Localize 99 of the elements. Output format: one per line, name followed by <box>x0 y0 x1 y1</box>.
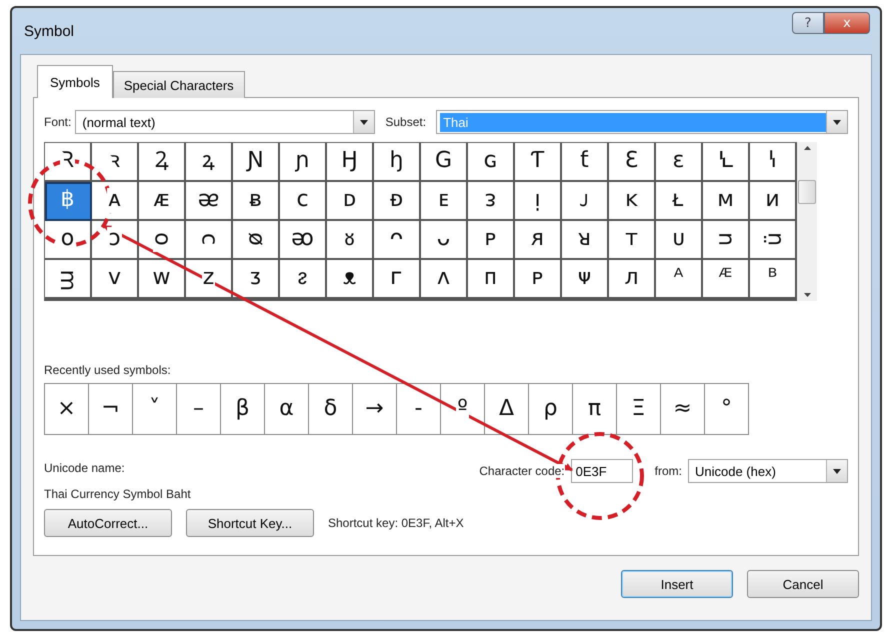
symbol-cell[interactable]: ᴍ <box>703 182 750 221</box>
symbol-cell[interactable]: ᴔ <box>280 221 327 260</box>
symbol-cell[interactable]: ᴉ <box>515 182 562 221</box>
symbol-cell[interactable]: ᴕ <box>327 221 374 260</box>
symbol-cell[interactable]: ᴢ <box>186 260 233 299</box>
symbol-cell[interactable]: ᴝ <box>703 221 750 260</box>
symbol-cell[interactable]: Ƭ <box>515 143 562 182</box>
symbol-cell[interactable]: ᴄ <box>280 182 327 221</box>
symbol-cell[interactable]: ᴩ <box>515 260 562 299</box>
shortcut-key-button[interactable]: Shortcut Key... <box>186 509 314 537</box>
symbol-cell[interactable]: – <box>177 384 221 434</box>
symbol-cell[interactable]: ᴡ <box>139 260 186 299</box>
symbol-cell[interactable]: ᴮ <box>750 260 797 299</box>
symbol-cell[interactable]: ᴧ <box>421 260 468 299</box>
unicode-name: Thai Currency Symbol Baht <box>44 487 192 501</box>
font-dropdown[interactable]: (normal text) <box>75 110 376 134</box>
symbol-cell[interactable]: ≈ <box>661 384 705 434</box>
symbol-cell[interactable]: ᴓ <box>233 221 280 260</box>
symbol-cell[interactable]: G <box>421 143 468 182</box>
insert-button[interactable]: Insert <box>621 570 733 598</box>
symbol-cell[interactable]: ᴪ <box>562 260 609 299</box>
symbol-cell[interactable]: - <box>397 384 441 434</box>
symbol-cell[interactable]: ᴙ <box>515 221 562 260</box>
symbol-cell[interactable]: ᴑ <box>139 221 186 260</box>
symbol-cell[interactable]: ฿ <box>45 182 92 221</box>
symbol-cell[interactable]: Ɲ <box>233 143 280 182</box>
symbol-cell[interactable]: ꜧ <box>374 143 421 182</box>
symbol-cell[interactable]: ꝇ <box>750 143 797 182</box>
symbol-cell[interactable]: ᴘ <box>468 221 515 260</box>
symbol-cell[interactable]: ᴁ <box>139 182 186 221</box>
symbol-cell[interactable]: × <box>45 384 89 434</box>
symbol-cell[interactable]: ᴞ <box>750 221 797 260</box>
symbol-cell[interactable]: ꝛ <box>92 143 139 182</box>
symbol-cell[interactable]: Ꝛ <box>45 143 92 182</box>
symbol-cell[interactable]: ᴆ <box>374 182 421 221</box>
shortcut-key-text: Shortcut key: 0E3F, Alt+X <box>328 516 464 530</box>
character-code-field[interactable]: 0E3F <box>570 459 633 483</box>
symbol-cell[interactable]: ᴃ <box>233 182 280 221</box>
symbol-cell[interactable]: ᴭ <box>703 260 750 299</box>
symbol-cell[interactable]: ᴋ <box>609 182 656 221</box>
help-button[interactable]: ? <box>792 12 824 34</box>
tab[interactable]: Symbols <box>37 65 113 98</box>
symbol-cell[interactable]: ᴀ <box>92 182 139 221</box>
autocorrect-button[interactable]: AutoCorrect... <box>44 509 172 537</box>
symbol-cell[interactable]: ᴦ <box>374 260 421 299</box>
symbol-cell[interactable]: ᴜ <box>656 221 703 260</box>
symbol-cell[interactable]: ᴥ <box>327 260 374 299</box>
character-code-label: Character code: <box>479 464 565 478</box>
symbol-cell[interactable]: ᴒ <box>186 221 233 260</box>
symbol-cell[interactable]: ᴇ <box>421 182 468 221</box>
symbol-cell[interactable]: ɛ <box>656 143 703 182</box>
symbol-cell[interactable]: ᴂ <box>186 182 233 221</box>
symbol-cell[interactable]: ᴈ <box>468 182 515 221</box>
symbol-cell[interactable]: ᴏ <box>45 221 92 260</box>
symbol-cell[interactable]: → <box>353 384 397 434</box>
symbol-cell[interactable]: ɲ <box>280 143 327 182</box>
symbol-cell[interactable]: ᴣ <box>233 260 280 299</box>
symbol-cell[interactable]: ᴬ <box>656 260 703 299</box>
symbol-cell[interactable]: π <box>573 384 617 434</box>
recent-symbols-label: Recently used symbols: <box>44 363 172 377</box>
symbol-cell[interactable]: Ξ <box>617 384 661 434</box>
symbol-cell[interactable]: Ꝝ <box>139 143 186 182</box>
symbol-cell[interactable]: β <box>221 384 265 434</box>
symbol-cell[interactable]: Δ <box>485 384 529 434</box>
symbol-cell[interactable]: ᴐ <box>92 221 139 260</box>
symbol-cell[interactable]: ᴚ <box>562 221 609 260</box>
from-label: from: <box>654 464 682 478</box>
symbol-cell[interactable]: α <box>265 384 309 434</box>
from-dropdown[interactable]: Unicode (hex) <box>688 459 848 483</box>
symbol-cell[interactable]: Ɛ <box>609 143 656 182</box>
symbol-cell[interactable]: ᴛ <box>609 221 656 260</box>
symbol-cell[interactable]: ƭ <box>562 143 609 182</box>
font-label: Font: <box>44 115 72 129</box>
symbol-cell[interactable]: ᴟ <box>45 260 92 299</box>
symbol-cell[interactable]: ˅ <box>133 384 177 434</box>
symbol-cell[interactable]: ρ <box>529 384 573 434</box>
symbol-cell[interactable]: Ꜧ <box>327 143 374 182</box>
symbol-cell[interactable]: ᴠ <box>92 260 139 299</box>
symbol-cell[interactable]: ᴨ <box>468 260 515 299</box>
symbol-cell[interactable]: ᴗ <box>421 221 468 260</box>
symbol-cell[interactable]: ° <box>705 384 749 434</box>
symbol-cell[interactable]: ᴌ <box>656 182 703 221</box>
symbol-cell[interactable]: ¬ <box>89 384 133 434</box>
symbol-cell[interactable]: ᴅ <box>327 182 374 221</box>
symbol-cell[interactable]: ꝝ <box>186 143 233 182</box>
symbol-cell[interactable]: º <box>441 384 485 434</box>
unicode-name-label: Unicode name: <box>44 461 126 475</box>
symbol-cell[interactable]: Ꝇ <box>703 143 750 182</box>
subset-label: Subset: <box>385 115 426 129</box>
symbol-cell[interactable]: ɢ <box>468 143 515 182</box>
cancel-button[interactable]: Cancel <box>747 570 859 598</box>
symbol-cell[interactable]: ᴤ <box>280 260 327 299</box>
symbol-cell[interactable]: δ <box>309 384 353 434</box>
window-title: Symbol <box>24 22 76 40</box>
symbol-cell[interactable]: ᴫ <box>609 260 656 299</box>
symbol-cell[interactable]: ᴖ <box>374 221 421 260</box>
symbol-cell[interactable]: ᴊ <box>562 182 609 221</box>
tab[interactable]: Special Characters <box>112 71 245 98</box>
symbol-cell[interactable]: ᴎ <box>750 182 797 221</box>
